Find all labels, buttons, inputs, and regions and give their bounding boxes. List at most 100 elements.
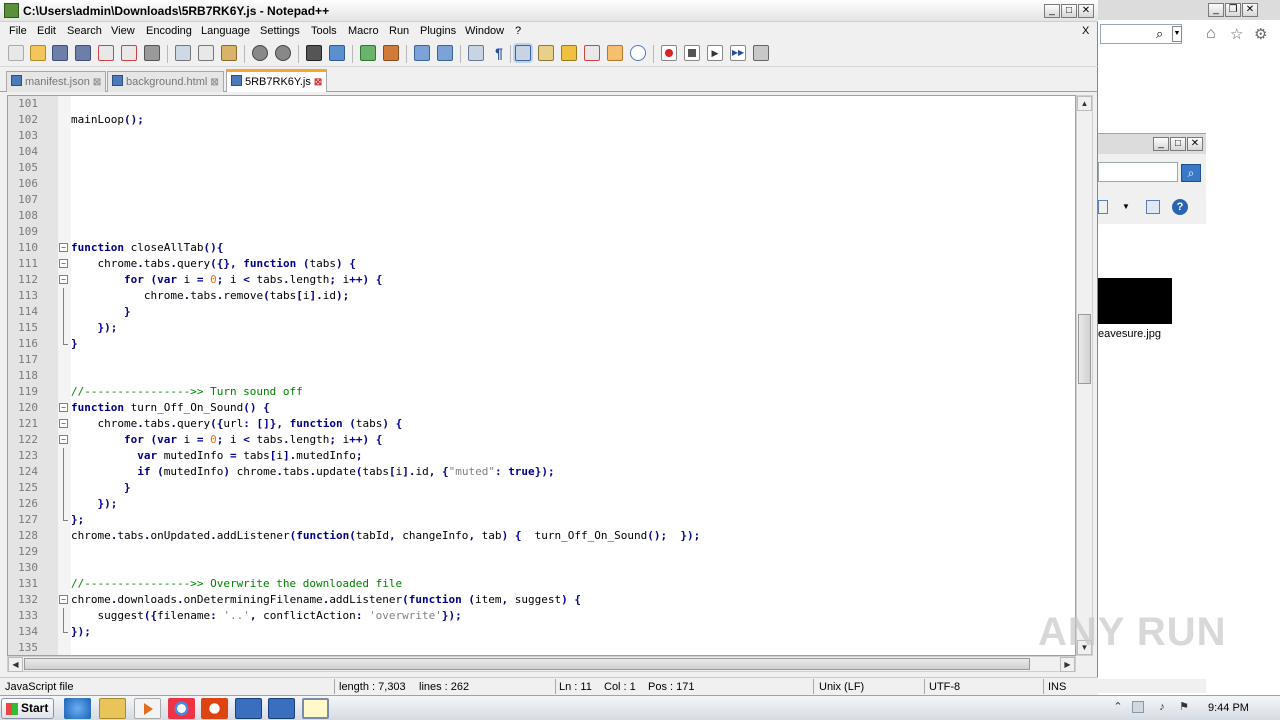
code-line[interactable]: 105 <box>8 160 1075 176</box>
folder-workspace-icon[interactable] <box>607 45 623 61</box>
code-line[interactable]: 118 <box>8 368 1075 384</box>
word-wrap-icon[interactable] <box>468 45 484 61</box>
minimize-button[interactable]: _ <box>1208 3 1224 17</box>
sync-horizontal-icon[interactable] <box>437 45 453 61</box>
save-macro-icon[interactable] <box>753 45 769 61</box>
code-line[interactable]: 115 }); <box>8 320 1075 336</box>
monitoring-icon[interactable] <box>630 45 646 61</box>
close-button[interactable]: ✕ <box>1078 4 1094 18</box>
open-file-icon[interactable] <box>30 45 46 61</box>
copy-icon[interactable] <box>198 45 214 61</box>
function-list-icon[interactable] <box>584 45 600 61</box>
code-line[interactable]: 119 //---------------->> Turn sound off <box>8 384 1075 400</box>
action-center-flag-icon[interactable]: ⚑ <box>1178 701 1190 713</box>
code-line[interactable]: 124 if (mutedInfo) chrome.tabs.update(ta… <box>8 464 1075 480</box>
menu-search[interactable]: Search <box>67 25 102 37</box>
fold-toggle-icon[interactable]: − <box>59 259 68 268</box>
user-language-icon[interactable] <box>538 45 554 61</box>
search-icon[interactable]: ⌕ <box>1181 164 1201 182</box>
code-line[interactable]: 112 − for (var i = 0; i < tabs.length; i+… <box>8 272 1075 288</box>
home-icon[interactable]: ⌂ <box>1206 25 1216 43</box>
status-eol[interactable]: Unix (LF) <box>819 681 864 693</box>
status-encoding[interactable]: UTF-8 <box>929 681 960 693</box>
maximize-button[interactable]: □ <box>1170 137 1186 151</box>
save-icon[interactable] <box>52 45 68 61</box>
code-line[interactable]: 128 chrome.tabs.onUpdated.addListener(fun… <box>8 528 1075 544</box>
zoom-out-icon[interactable] <box>383 45 399 61</box>
paste-icon[interactable] <box>221 45 237 61</box>
code-line[interactable]: 114 } <box>8 304 1075 320</box>
powershell-icon[interactable] <box>235 698 262 719</box>
save-all-icon[interactable] <box>75 45 91 61</box>
menu-run[interactable]: Run <box>389 25 409 37</box>
maximize-button[interactable]: □ <box>1061 4 1077 18</box>
code-line[interactable]: 130 <box>8 560 1075 576</box>
indent-guide-icon[interactable] <box>515 45 531 61</box>
close-all-icon[interactable] <box>121 45 137 61</box>
code-line[interactable]: 131 //---------------->> Overwrite the do… <box>8 576 1075 592</box>
vertical-scrollbar[interactable]: ▲ ▼ <box>1076 95 1093 656</box>
menu-view[interactable]: View <box>111 25 135 37</box>
code-line[interactable]: 126 }); <box>8 496 1075 512</box>
zoom-in-icon[interactable] <box>360 45 376 61</box>
menu-macro[interactable]: Macro <box>348 25 379 37</box>
print-icon[interactable] <box>144 45 160 61</box>
fold-toggle-icon[interactable]: − <box>59 243 68 252</box>
code-line[interactable]: 103 <box>8 128 1075 144</box>
code-line[interactable]: 102 mainLoop(); <box>8 112 1075 128</box>
status-insert-mode[interactable]: INS <box>1048 681 1066 693</box>
start-button[interactable]: Start <box>1 698 54 719</box>
tab-manifest-json[interactable]: manifest.json ⊠ <box>6 71 107 92</box>
code-line[interactable]: 121 − chrome.tabs.query({url: []}, functi… <box>8 416 1075 432</box>
tab-close-icon[interactable]: ⊠ <box>93 77 101 88</box>
cut-icon[interactable] <box>175 45 191 61</box>
star-icon[interactable]: ☆ <box>1230 25 1243 43</box>
fold-toggle-icon[interactable]: − <box>59 419 68 428</box>
chevron-down-icon[interactable]: ▼ <box>1172 26 1182 42</box>
code-line[interactable]: 127}; <box>8 512 1075 528</box>
code-line[interactable]: 134}); <box>8 624 1075 640</box>
minimize-button[interactable]: _ <box>1153 137 1169 151</box>
media-player-icon[interactable] <box>134 698 161 719</box>
preview-pane-icon[interactable] <box>1146 200 1160 214</box>
code-line[interactable]: 122 − for (var i = 0; i < tabs.length; i+… <box>8 432 1075 448</box>
code-line[interactable]: 109 <box>8 224 1075 240</box>
code-line[interactable]: 111 − chrome.tabs.query({}, function (tab… <box>8 256 1075 272</box>
chrome-icon[interactable] <box>168 698 195 719</box>
fold-toggle-icon[interactable]: − <box>59 595 68 604</box>
menu-edit[interactable]: Edit <box>37 25 56 37</box>
menu-language[interactable]: Language <box>201 25 250 37</box>
chevron-down-icon[interactable]: ▼ <box>1122 202 1130 211</box>
new-file-icon[interactable] <box>8 45 24 61</box>
fold-toggle-icon[interactable]: − <box>59 275 68 284</box>
file-name[interactable]: eavesure.jpg <box>1098 328 1161 340</box>
stop-macro-icon[interactable] <box>684 45 700 61</box>
image-thumbnail[interactable] <box>1098 278 1172 324</box>
scroll-up-button[interactable]: ▲ <box>1077 96 1092 111</box>
code-line[interactable]: 101 <box>8 96 1075 112</box>
show-hidden-icons-icon[interactable]: ⌃ <box>1112 701 1124 713</box>
horizontal-scroll-thumb[interactable] <box>24 658 1030 670</box>
network-icon[interactable] <box>1132 701 1144 713</box>
view-icon[interactable] <box>1098 200 1108 214</box>
search-icon[interactable]: ⌕ <box>1156 26 1163 42</box>
code-line[interactable]: 125 } <box>8 480 1075 496</box>
menu-file[interactable]: File <box>9 25 27 37</box>
code-line[interactable]: 113 chrome.tabs.remove(tabs[i].id); <box>8 288 1075 304</box>
menu-plugins[interactable]: Plugins <box>420 25 456 37</box>
gear-icon[interactable]: ⚙ <box>1254 25 1267 43</box>
record-macro-icon[interactable] <box>661 45 677 61</box>
explorer-search-input[interactable] <box>1098 162 1178 182</box>
code-line[interactable]: 106 <box>8 176 1075 192</box>
code-line[interactable]: 107 <box>8 192 1075 208</box>
scroll-left-button[interactable]: ◀ <box>8 657 23 672</box>
tab-5rb7rk6y-js[interactable]: 5RB7RK6Y.js ⊠ <box>226 69 328 92</box>
menu-tools[interactable]: Tools <box>311 25 337 37</box>
file-explorer-icon[interactable] <box>99 698 126 719</box>
redo-icon[interactable] <box>275 45 291 61</box>
menu-help[interactable]: ? <box>515 25 521 37</box>
restore-button[interactable]: ❐ <box>1225 3 1241 17</box>
code-line[interactable]: 120 − function turn_Off_On_Sound() { <box>8 400 1075 416</box>
code-line[interactable]: 123 var mutedInfo = tabs[i].mutedInfo; <box>8 448 1075 464</box>
play-macro-icon[interactable]: ▶ <box>707 45 723 61</box>
